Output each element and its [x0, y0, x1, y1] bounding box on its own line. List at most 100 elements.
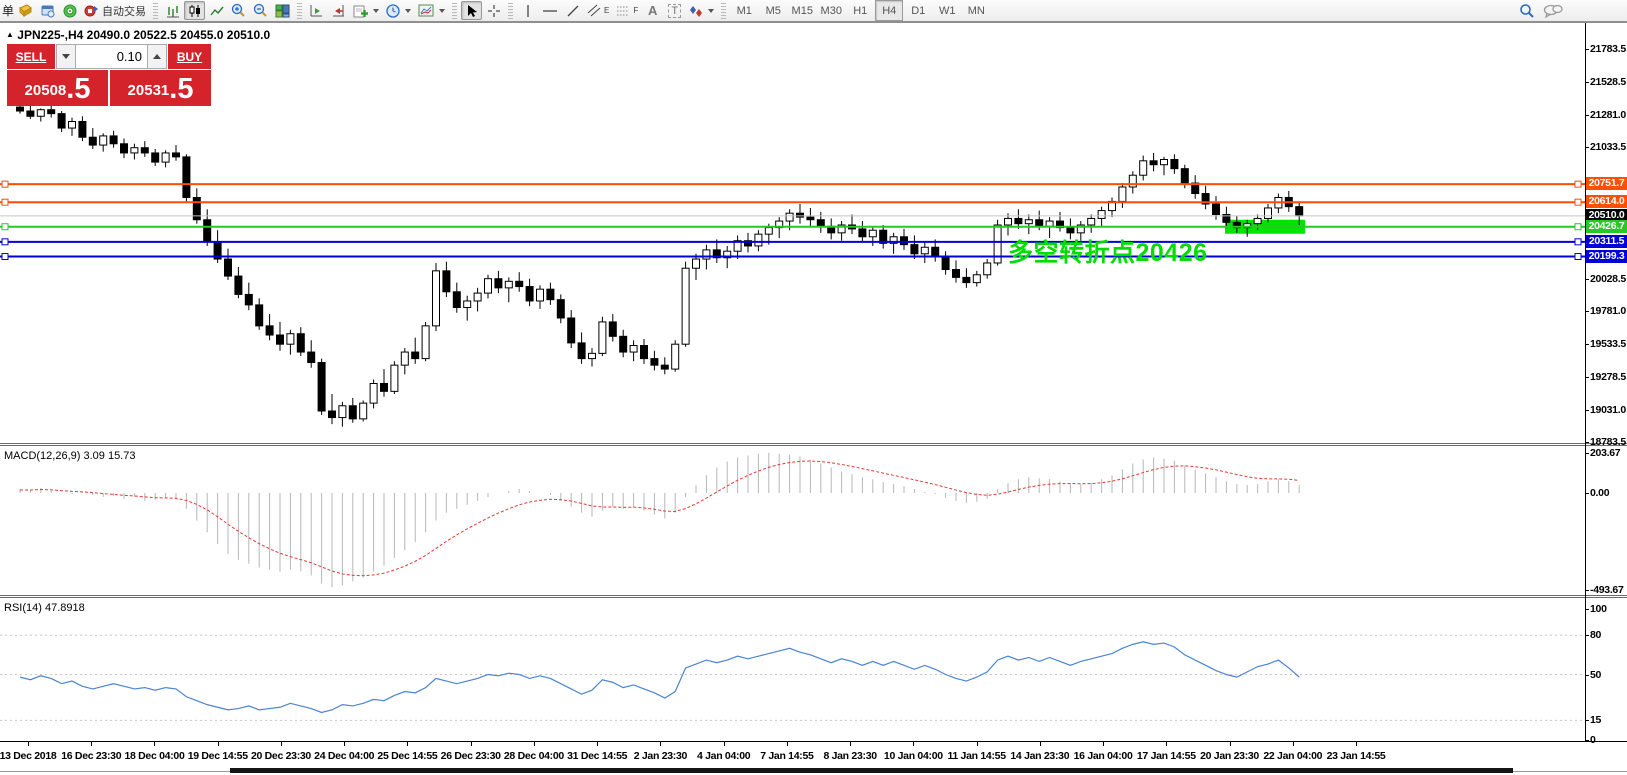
candlestick-mode-button[interactable] — [184, 1, 205, 20]
tf-mn-button[interactable]: MN — [962, 0, 990, 21]
time-tick — [977, 742, 978, 746]
volume-down-button[interactable] — [56, 44, 76, 69]
line-handle[interactable] — [2, 224, 8, 230]
candle-body — [755, 234, 762, 246]
candle-body — [1015, 218, 1022, 223]
zoom-out-button[interactable] — [250, 1, 271, 20]
time-axis: 13 Dec 201816 Dec 23:3018 Dec 04:0019 De… — [0, 742, 1627, 767]
arrows-tool-button[interactable] — [686, 1, 717, 20]
chart-shift-button[interactable] — [328, 1, 349, 20]
candle-body — [1150, 161, 1157, 165]
order-button[interactable]: 单 — [2, 2, 14, 19]
templates-icon — [418, 4, 434, 17]
line-handle[interactable] — [1575, 239, 1581, 245]
sell-button[interactable]: SELL — [7, 44, 55, 69]
sell-price[interactable]: 20508.5 — [7, 70, 108, 106]
chart-text-annotation[interactable]: 多空转折点20426 — [1008, 233, 1208, 269]
line-handle[interactable] — [1575, 224, 1581, 230]
line-handle[interactable] — [1575, 181, 1581, 187]
time-axis-label: 17 Jan 14:55 — [1137, 750, 1196, 762]
price-axis-label: 21281.0 — [1590, 109, 1626, 121]
search-icon[interactable] — [1519, 3, 1535, 19]
signals-button[interactable] — [59, 1, 80, 20]
volume-up-button[interactable] — [147, 44, 167, 69]
candle-body — [630, 346, 637, 353]
tf-m1-button[interactable]: M1 — [730, 0, 758, 21]
tf-w1-button[interactable]: W1 — [933, 0, 961, 21]
time-axis-label: 11 Jan 14:55 — [947, 750, 1005, 762]
candle-body — [464, 301, 471, 308]
tf-m30-button[interactable]: M30 — [817, 0, 845, 21]
bar-chart-mode-button[interactable] — [162, 1, 183, 20]
cursor-tool-button[interactable] — [461, 1, 482, 20]
macd-axis-label: -493.67 — [1590, 584, 1624, 596]
time-axis-label: 7 Jan 14:55 — [760, 750, 813, 762]
new-order-button[interactable] — [15, 1, 36, 20]
line-handle[interactable] — [2, 199, 8, 205]
chart-area[interactable]: ▲ JPN225-,H4 20490.0 20522.5 20455.0 205… — [0, 23, 1627, 775]
candle-body — [869, 230, 876, 237]
fibonacci-tool-button[interactable]: F — [613, 1, 641, 20]
trendline-tool-button[interactable] — [562, 1, 583, 20]
trendline-icon — [566, 4, 580, 18]
pane-splitter[interactable] — [0, 443, 1627, 446]
new-order-icon — [18, 4, 33, 17]
tile-windows-icon — [275, 4, 290, 18]
market-watch-button[interactable] — [37, 1, 58, 20]
price-axis-label: 21528.5 — [1590, 76, 1626, 88]
text-tool-button[interactable]: A — [642, 1, 663, 20]
chart-title: ▲ JPN225-,H4 20490.0 20522.5 20455.0 205… — [6, 28, 270, 42]
zoom-in-button[interactable] — [228, 1, 249, 20]
buy-price[interactable]: 20531.5 — [110, 70, 211, 106]
line-handle[interactable] — [1575, 254, 1581, 260]
autotrade-button[interactable]: 自动交易 — [81, 1, 149, 20]
candle-body — [401, 352, 408, 365]
tf-h4-button[interactable]: H4 — [875, 0, 903, 21]
candle-body — [453, 292, 460, 308]
tile-windows-button[interactable] — [272, 1, 293, 20]
macd-tick — [1585, 453, 1589, 454]
chart-scrollbar-thumb[interactable] — [230, 768, 1513, 773]
volume-up-icon — [153, 54, 161, 59]
horizontal-line-icon — [542, 4, 558, 18]
line-handle[interactable] — [2, 181, 8, 187]
chat-icon[interactable] — [1543, 3, 1563, 19]
candle-body — [277, 335, 284, 344]
buy-button[interactable]: BUY — [168, 44, 211, 69]
candle-body — [703, 250, 710, 259]
tf-h1-button[interactable]: H1 — [846, 0, 874, 21]
volume-input[interactable] — [76, 44, 147, 69]
periods-button[interactable] — [383, 1, 414, 20]
line-handle[interactable] — [2, 254, 8, 260]
macd-pane — [0, 447, 1627, 595]
horizontal-line-tool-button[interactable] — [539, 1, 561, 20]
tf-m5-button[interactable]: M5 — [759, 0, 787, 21]
new-chart-button[interactable] — [350, 1, 382, 20]
candle-body — [1098, 211, 1105, 219]
time-tick — [154, 742, 155, 746]
fibonacci-icon — [616, 4, 632, 18]
candle-body — [287, 334, 294, 344]
candle-body — [370, 383, 377, 403]
text-label-tool-button[interactable]: T — [664, 1, 685, 20]
candle-body — [620, 336, 627, 352]
crosshair-tool-button[interactable] — [483, 1, 504, 20]
line-handle[interactable] — [2, 239, 8, 245]
line-handle[interactable] — [1575, 199, 1581, 205]
candle-body — [797, 213, 804, 217]
equidistant-channel-tool-button[interactable]: E — [584, 1, 612, 20]
tf-m15-button[interactable]: M15 — [788, 0, 816, 21]
candle-body — [48, 110, 55, 114]
tf-d1-button[interactable]: D1 — [904, 0, 932, 21]
candle-body — [193, 197, 200, 219]
time-tick — [850, 742, 851, 746]
candle-body — [1036, 220, 1043, 227]
price-tick — [1585, 82, 1589, 83]
line-chart-mode-button[interactable] — [206, 1, 227, 20]
time-axis-label: 13 Dec 2018 — [0, 750, 56, 762]
auto-scroll-button[interactable] — [306, 1, 327, 20]
templates-button[interactable] — [415, 1, 448, 20]
collapse-marker-icon[interactable]: ▲ — [6, 30, 14, 39]
vertical-line-tool-button[interactable] — [517, 1, 538, 20]
pane-splitter[interactable] — [0, 595, 1627, 598]
